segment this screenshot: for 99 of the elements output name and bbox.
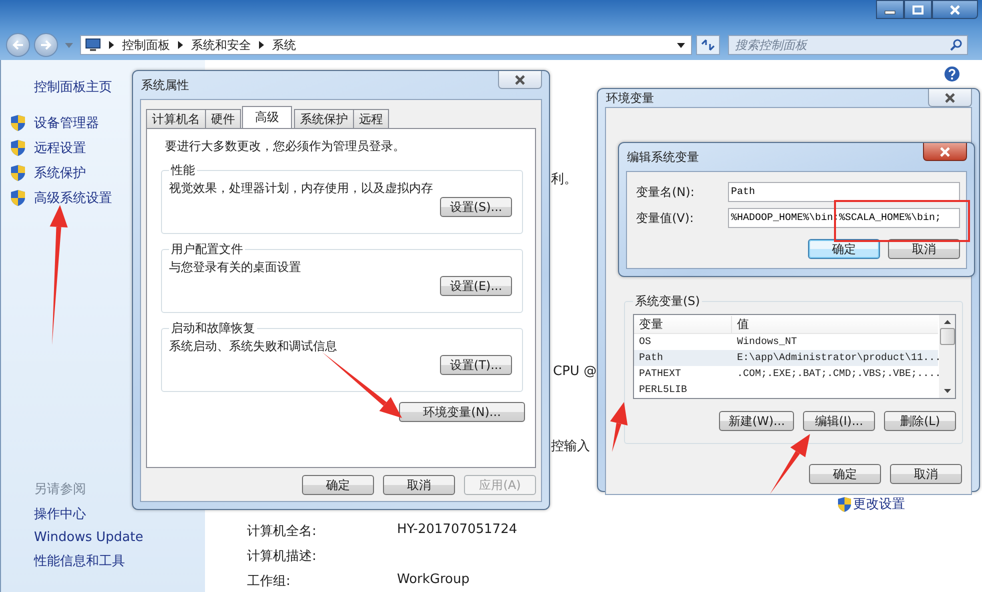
settings-button[interactable]: 设置(S)... <box>440 197 512 217</box>
dialog-button[interactable]: 确定 <box>302 475 374 495</box>
dialog-button[interactable]: 取消 <box>383 475 455 495</box>
variable-name: Path <box>638 352 664 364</box>
shield-icon <box>11 115 25 131</box>
detail-value: HY-201707051724 <box>397 522 518 539</box>
tab[interactable]: 高级 <box>242 106 292 128</box>
detail-label: 工作组: <box>247 573 292 590</box>
variable-name: OS <box>638 336 652 348</box>
shield-icon <box>11 140 25 156</box>
input-field[interactable]: Path <box>728 182 960 202</box>
close-button[interactable] <box>932 0 978 19</box>
group-description: 与您登录有关的桌面设置 <box>169 259 302 276</box>
dialog-button[interactable]: 取消 <box>890 464 962 484</box>
back-button[interactable] <box>6 33 30 57</box>
computer-icon <box>85 38 101 52</box>
sidebar-link[interactable]: 系统保护 <box>34 164 86 182</box>
annotation-arrow <box>770 434 810 494</box>
settings-button[interactable]: 设置(E)... <box>440 276 512 296</box>
group-description: 系统启动、系统失败和调试信息 <box>169 338 338 355</box>
tab[interactable]: 远程 <box>353 109 389 128</box>
group-title: 启动和故障恢复 <box>170 320 256 337</box>
chevron-icon <box>109 41 114 49</box>
shield-icon <box>838 496 851 512</box>
variable-name: PERL5LIB <box>638 384 688 396</box>
close-button[interactable] <box>923 143 967 161</box>
close-icon <box>944 92 956 102</box>
environment-variables-button[interactable]: 环境变量(N)... <box>399 402 525 422</box>
detail-label: 计算机全名: <box>247 523 318 540</box>
detail-label: 计算机描述: <box>247 548 318 565</box>
maximize-icon <box>912 4 924 14</box>
sidebar-link[interactable]: 操作中心 <box>34 505 205 523</box>
column-header[interactable]: 值 <box>732 316 749 332</box>
section-heading: 另请参阅 <box>34 481 87 498</box>
scroll-up-icon[interactable] <box>944 320 950 324</box>
variable-value: Windows_NT <box>736 336 798 348</box>
dialog-button[interactable]: 确定 <box>809 464 881 484</box>
minimize-button[interactable] <box>876 0 904 19</box>
annotation-arrow <box>610 402 628 452</box>
close-icon <box>949 4 961 14</box>
breadcrumb-item[interactable]: 系统 <box>272 36 296 54</box>
list-action-button[interactable]: 编辑(I)... <box>803 411 875 431</box>
dialog-title: 环境变量 <box>605 90 654 106</box>
shield-icon <box>11 165 25 181</box>
group-title: 用户配置文件 <box>170 241 244 258</box>
column-header[interactable]: 变量 <box>634 316 732 332</box>
sidebar-link[interactable]: Windows Update <box>34 530 205 545</box>
sidebar-link[interactable]: 远程设置 <box>34 139 86 157</box>
detail-value: WorkGroup <box>397 572 470 589</box>
help-icon[interactable] <box>944 66 960 82</box>
breadcrumb-item[interactable]: 控制面板 <box>122 36 170 54</box>
sidebar-link[interactable]: 性能信息和工具 <box>34 552 205 570</box>
notice-text: 要进行大多数更改，您必须作为管理员登录。 <box>165 138 406 155</box>
dropdown-arrow-icon[interactable] <box>677 42 685 48</box>
settings-button[interactable]: 设置(T)... <box>440 355 512 375</box>
scrollbar[interactable] <box>939 315 955 398</box>
text-fragment: 控输入 <box>551 438 590 455</box>
address-bar[interactable]: 控制面板 系统和安全 系统 <box>80 35 692 55</box>
text-fragment: CPU @ <box>553 364 597 379</box>
group-title: 系统变量(S) <box>634 293 701 310</box>
dialog-button[interactable]: 确定 <box>808 239 880 259</box>
chevron-icon <box>259 41 264 49</box>
dialog-title: 编辑系统变量 <box>626 148 699 166</box>
tab[interactable]: 计算机名 <box>146 109 206 128</box>
close-button[interactable] <box>928 89 972 107</box>
refresh-icon <box>701 39 715 51</box>
text-fragment: 利。 <box>551 171 577 188</box>
sidebar-link[interactable]: 设备管理器 <box>34 114 99 132</box>
list-row[interactable]: Path E:\app\Administrator\product\11... <box>634 350 938 366</box>
field-label: 变量值(V): <box>636 210 695 226</box>
back-arrow-icon <box>11 39 25 51</box>
forward-button[interactable] <box>34 33 58 57</box>
dialog-button[interactable]: 取消 <box>888 239 960 259</box>
maximize-button[interactable] <box>904 0 932 19</box>
refresh-button[interactable] <box>696 35 720 55</box>
list-action-button[interactable]: 新建(W)... <box>719 411 794 431</box>
breadcrumb-item[interactable]: 系统和安全 <box>191 36 251 54</box>
scrollbar-thumb[interactable] <box>940 328 954 345</box>
shield-icon <box>11 190 25 206</box>
dialog-title: 系统属性 <box>140 76 189 94</box>
group-description: 视觉效果，处理器计划，内存使用，以及虚拟内存 <box>169 180 434 197</box>
search-icon <box>950 39 962 51</box>
change-settings-link[interactable]: 更改设置 <box>853 495 905 513</box>
tab[interactable]: 系统保护 <box>294 109 354 128</box>
group-title: 性能 <box>170 162 196 179</box>
search-field[interactable]: 搜索控制面板 <box>728 35 968 55</box>
close-icon <box>514 74 526 84</box>
close-icon <box>939 146 951 156</box>
list-row[interactable]: PERL5LIB <box>634 382 938 398</box>
chevron-icon <box>178 41 183 49</box>
close-button[interactable] <box>498 71 542 89</box>
forward-arrow-icon <box>39 39 53 51</box>
list-row[interactable]: OS Windows_NT <box>634 334 938 350</box>
scroll-down-icon[interactable] <box>944 389 950 393</box>
sidebar-link[interactable]: 高级系统设置 <box>34 189 112 207</box>
tab[interactable]: 硬件 <box>205 109 241 128</box>
field-label: 变量名(N): <box>636 184 696 200</box>
list-action-button[interactable]: 删除(L) <box>884 411 956 431</box>
variable-name: PATHEXT <box>638 368 682 380</box>
